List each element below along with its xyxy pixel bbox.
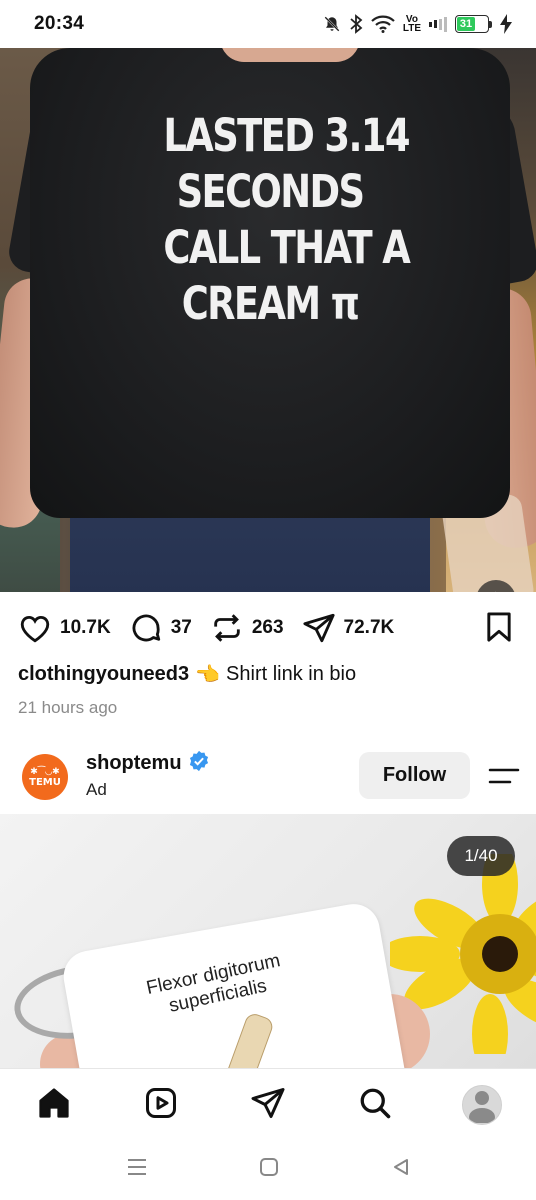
home-icon	[36, 1085, 72, 1126]
follow-button[interactable]: Follow	[359, 752, 470, 799]
photo-neck	[220, 48, 360, 62]
bookmark-icon	[484, 612, 514, 647]
shirt-text-line: SECONDS	[176, 165, 365, 218]
charging-icon	[500, 14, 512, 34]
share-button[interactable]: 72.7K	[302, 611, 395, 645]
heart-icon	[18, 612, 52, 644]
home-button-icon	[259, 1157, 279, 1182]
nav-search[interactable]	[355, 1085, 395, 1125]
mute-icon	[323, 15, 341, 33]
bluetooth-icon	[349, 14, 363, 34]
sponsored-label: Ad	[86, 780, 107, 799]
shirt-text-line: CREAM π	[181, 277, 360, 330]
post-timestamp: 21 hours ago	[18, 698, 118, 717]
share-count: 72.7K	[343, 617, 395, 638]
avatar[interactable]: ✱⁀◡✱ TEMU	[22, 754, 68, 800]
speaker-muted-icon	[485, 587, 507, 592]
reels-icon	[143, 1085, 179, 1126]
post-photo[interactable]: LASTED 3.14 SECONDS CALL THAT A CREAM π	[0, 48, 536, 592]
repost-button[interactable]: 263	[210, 611, 284, 645]
signal-icon	[429, 16, 447, 32]
shirt-text: LASTED 3.14 SECONDS CALL THAT A CREAM π	[163, 108, 410, 332]
shirt-text-line: CALL THAT A	[163, 221, 410, 274]
bottom-navigation	[0, 1068, 536, 1138]
like-count: 10.7K	[60, 617, 111, 638]
recents-button[interactable]	[124, 1156, 150, 1182]
status-icons: Vo LTE 31	[323, 14, 512, 34]
wifi-icon	[371, 15, 395, 33]
ad-account[interactable]: shoptemu	[86, 750, 210, 777]
post-actions: 10.7K 37 263 72.7K	[0, 600, 536, 656]
volte-icon: Vo LTE	[402, 14, 421, 34]
system-home-button[interactable]	[256, 1156, 282, 1182]
nav-profile[interactable]	[462, 1085, 502, 1125]
repost-icon	[210, 611, 244, 645]
caption-username[interactable]: clothingyouneed3	[18, 663, 189, 686]
ad-header: ✱⁀◡✱ TEMU shoptemu Ad Follow	[0, 748, 536, 808]
pointing-emoji: 👈	[195, 664, 221, 686]
menu-icon	[488, 768, 520, 792]
temu-logo-glyphs: ✱⁀◡✱	[30, 766, 60, 777]
slide-counter: 1/40	[447, 836, 515, 876]
ad-media-carousel[interactable]: Flexor digitorum superficialis 1/40	[0, 814, 536, 1068]
battery-level: 31	[459, 18, 473, 30]
recents-icon	[126, 1157, 148, 1182]
like-button[interactable]: 10.7K	[18, 612, 111, 644]
repost-count: 263	[251, 617, 284, 638]
caption-text: Shirt link in bio	[226, 663, 357, 685]
temu-logo-text: TEMU	[29, 776, 61, 788]
verified-badge-icon	[188, 750, 210, 777]
nav-messages[interactable]	[248, 1085, 288, 1125]
comment-icon	[129, 611, 163, 645]
search-icon	[357, 1085, 393, 1126]
back-button[interactable]	[388, 1156, 414, 1182]
nav-reels[interactable]	[141, 1085, 181, 1125]
messages-icon	[250, 1085, 286, 1126]
nav-home[interactable]	[34, 1085, 74, 1125]
save-button[interactable]	[484, 611, 514, 648]
more-options-button[interactable]	[488, 766, 520, 793]
profile-avatar-icon	[463, 1086, 501, 1124]
comment-button[interactable]: 37	[129, 611, 192, 645]
shirt-text-line: LASTED 3.14	[163, 109, 410, 162]
battery-icon: 31	[455, 15, 492, 33]
back-icon	[391, 1157, 411, 1182]
send-icon	[302, 611, 336, 645]
comment-count: 37	[170, 617, 192, 638]
ad-account-name: shoptemu	[86, 752, 182, 774]
status-time: 20:34	[34, 13, 85, 34]
post-caption: clothingyouneed3 👈 Shirt link in bio	[18, 662, 356, 687]
system-navigation	[0, 1138, 536, 1200]
status-bar: 20:34 Vo LTE 31	[0, 0, 536, 48]
